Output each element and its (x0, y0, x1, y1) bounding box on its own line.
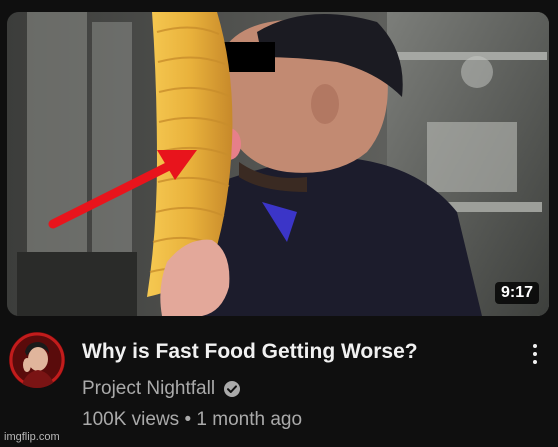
channel-name-row[interactable]: Project Nightfall (82, 376, 241, 402)
more-dot (533, 344, 537, 348)
channel-name[interactable]: Project Nightfall (82, 376, 215, 402)
video-thumbnail[interactable]: 9:17 (7, 12, 549, 316)
video-title[interactable]: Why is Fast Food Getting Worse? (82, 338, 502, 366)
stats-separator: • (184, 409, 192, 430)
channel-avatar[interactable] (9, 332, 65, 388)
view-count: 100K views (82, 409, 180, 430)
more-vert-icon[interactable] (524, 338, 546, 370)
video-card[interactable]: 9:17 Why is Fast Food Getting Worse? Pro… (0, 0, 558, 447)
imgflip-watermark: imgflip.com (4, 431, 60, 443)
more-dot (533, 352, 537, 356)
more-dot (533, 360, 537, 364)
video-stats: 100K views • 1 month ago (82, 406, 302, 434)
video-duration-badge: 9:17 (494, 282, 539, 304)
verified-check-icon (224, 381, 241, 397)
avatar-image (9, 332, 65, 388)
thumbnail-image (7, 12, 549, 316)
upload-age: 1 month ago (196, 409, 303, 430)
